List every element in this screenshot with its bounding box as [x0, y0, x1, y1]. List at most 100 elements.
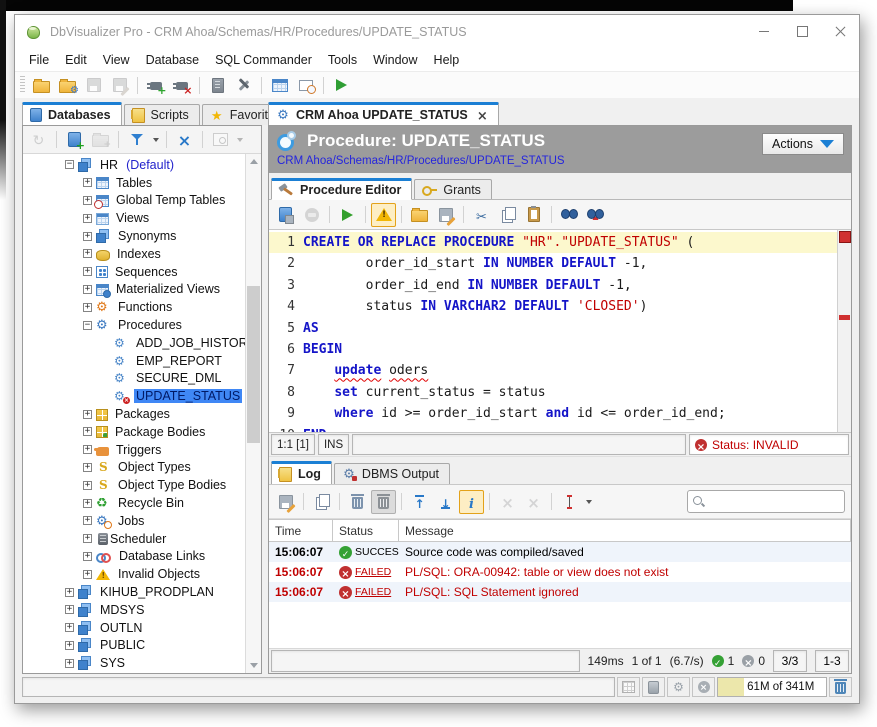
toolbar-grip[interactable] — [20, 76, 25, 94]
tree-item-synonyms[interactable]: +Synonyms — [23, 227, 245, 245]
copy-button[interactable] — [495, 203, 520, 227]
expander-plus-icon[interactable]: + — [83, 570, 92, 579]
navigator-tab-scripts[interactable]: Scripts — [124, 104, 200, 125]
expander-plus-icon[interactable]: + — [65, 659, 74, 668]
log-column-header-time[interactable]: Time — [269, 520, 333, 541]
expander-plus-icon[interactable]: + — [83, 516, 92, 525]
tree-item-invalid-objects[interactable]: +Invalid Objects — [23, 565, 245, 583]
log-row[interactable]: 15:06:07SUCCESSSource code was compiled/… — [269, 542, 851, 562]
table-monitor-button[interactable] — [267, 73, 292, 97]
menu-item-view[interactable]: View — [95, 51, 138, 69]
editor-tab-procedure-editor[interactable]: Procedure Editor — [271, 178, 412, 200]
expander-plus-icon[interactable]: + — [83, 303, 92, 312]
divider-button[interactable] — [557, 490, 582, 514]
tree-item-kihub-prodplan[interactable]: +KIHUB_PRODPLAN — [23, 583, 245, 601]
expander-plus-icon[interactable]: + — [65, 605, 74, 614]
navigator-tab-databases[interactable]: Databases — [22, 102, 122, 125]
expander-plus-icon[interactable]: + — [83, 249, 92, 258]
expander-plus-icon[interactable]: + — [83, 552, 92, 561]
scroll-bottom-button[interactable] — [433, 490, 458, 514]
error-marker[interactable] — [839, 231, 851, 243]
tree-item-secure-dml[interactable]: SECURE_DML — [23, 370, 245, 388]
menu-item-tools[interactable]: Tools — [320, 51, 365, 69]
tree-item-scheduler[interactable]: +Scheduler — [23, 530, 245, 548]
server-button[interactable] — [205, 73, 230, 97]
database-object-tree[interactable]: −HR(Default)+Tables+Global Temp Tables+V… — [23, 154, 245, 673]
tree-item-hr[interactable]: −HR(Default) — [23, 156, 245, 174]
tools-button[interactable] — [231, 73, 256, 97]
menu-item-file[interactable]: File — [21, 51, 57, 69]
tree-item-procedures[interactable]: −Procedures — [23, 316, 245, 334]
log-column-header-status[interactable]: Status — [333, 520, 399, 541]
log-tab-log[interactable]: Log — [271, 461, 332, 484]
tree-item-object-type-bodies[interactable]: +Object Type Bodies — [23, 476, 245, 494]
filter-button[interactable] — [124, 128, 149, 152]
tree-item-tables[interactable]: +Tables — [23, 174, 245, 192]
tree-item-views[interactable]: +Views — [23, 209, 245, 227]
scrollbar-track[interactable] — [246, 169, 261, 658]
tree-item-recycle-bin[interactable]: +Recycle Bin — [23, 494, 245, 512]
scroll-top-button[interactable] — [407, 490, 432, 514]
expander-plus-icon[interactable]: + — [83, 214, 92, 223]
open-folder-button[interactable] — [29, 73, 54, 97]
sql-commander-button[interactable] — [329, 73, 354, 97]
info-button[interactable] — [459, 490, 484, 514]
chevron-down-icon[interactable] — [150, 129, 161, 151]
grid-status-button[interactable] — [617, 677, 640, 697]
compile-save-button[interactable] — [273, 203, 298, 227]
tree-item-object-types[interactable]: +Object Types — [23, 459, 245, 477]
export-button[interactable] — [273, 490, 298, 514]
tree-item-emp-report[interactable]: EMP_REPORT — [23, 352, 245, 370]
scrollbar-thumb[interactable] — [247, 286, 260, 442]
tree-item-packages[interactable]: +Packages — [23, 405, 245, 423]
sql-code-area[interactable]: 1CREATE OR REPLACE PROCEDURE "HR"."UPDAT… — [269, 230, 837, 432]
expander-plus-icon[interactable]: + — [83, 445, 92, 454]
tree-item-package-bodies[interactable]: +Package Bodies — [23, 423, 245, 441]
scroll-down-button[interactable] — [246, 658, 261, 673]
tree-item-outln[interactable]: +OUTLN — [23, 619, 245, 637]
tree-item-jobs[interactable]: +Jobs — [23, 512, 245, 530]
connect-button[interactable] — [143, 73, 168, 97]
expander-plus-icon[interactable]: + — [83, 232, 92, 241]
expander-plus-icon[interactable]: + — [83, 410, 92, 419]
chevron-down-icon[interactable] — [583, 491, 594, 513]
save-as-button[interactable] — [433, 203, 458, 227]
menu-item-help[interactable]: Help — [426, 51, 468, 69]
expander-plus-icon[interactable]: + — [83, 178, 92, 187]
find-button[interactable] — [557, 203, 582, 227]
tree-item-add-job-history[interactable]: ADD_JOB_HISTORY — [23, 334, 245, 352]
tab-crm-ahoa-update-status[interactable]: CRM Ahoa UPDATE_STATUS — [268, 102, 499, 125]
log-row[interactable]: 15:06:07FAILEDPL/SQL: ORA-00942: table o… — [269, 562, 851, 582]
expander-plus-icon[interactable]: + — [65, 641, 74, 650]
monitor-clock-button[interactable] — [293, 73, 318, 97]
error-marker[interactable] — [839, 315, 850, 320]
menu-item-window[interactable]: Window — [365, 51, 425, 69]
expander-plus-icon[interactable]: + — [83, 481, 92, 490]
execute-button[interactable] — [335, 203, 360, 227]
tree-item-update-status[interactable]: UPDATE_STATUS — [23, 387, 245, 405]
expander-plus-icon[interactable]: + — [83, 534, 92, 543]
tree-item-indexes[interactable]: +Indexes — [23, 245, 245, 263]
copy-button[interactable] — [309, 490, 334, 514]
scroll-up-button[interactable] — [246, 154, 261, 169]
tree-item-functions[interactable]: +Functions — [23, 298, 245, 316]
menu-item-sql-commander[interactable]: SQL Commander — [207, 51, 320, 69]
disconnect-button[interactable] — [169, 73, 194, 97]
errors-status-button[interactable] — [692, 677, 715, 697]
actions-button[interactable]: Actions — [762, 133, 844, 155]
tree-item-database-links[interactable]: +Database Links — [23, 548, 245, 566]
collapse-all-button[interactable] — [172, 128, 197, 152]
find-replace-button[interactable] — [583, 203, 608, 227]
menu-item-edit[interactable]: Edit — [57, 51, 95, 69]
connections-status-button[interactable] — [642, 677, 665, 697]
log-tab-dbms-output[interactable]: DBMS Output — [334, 463, 450, 484]
close-tab-icon[interactable] — [477, 109, 488, 121]
maximize-button[interactable] — [783, 15, 821, 48]
clear-button[interactable] — [345, 490, 370, 514]
open-folder-button[interactable] — [407, 203, 432, 227]
expander-plus-icon[interactable]: + — [83, 285, 92, 294]
expander-plus-icon[interactable]: + — [83, 463, 92, 472]
tasks-status-button[interactable] — [667, 677, 690, 697]
gc-button[interactable] — [829, 677, 852, 697]
folder-settings-button[interactable] — [55, 73, 80, 97]
